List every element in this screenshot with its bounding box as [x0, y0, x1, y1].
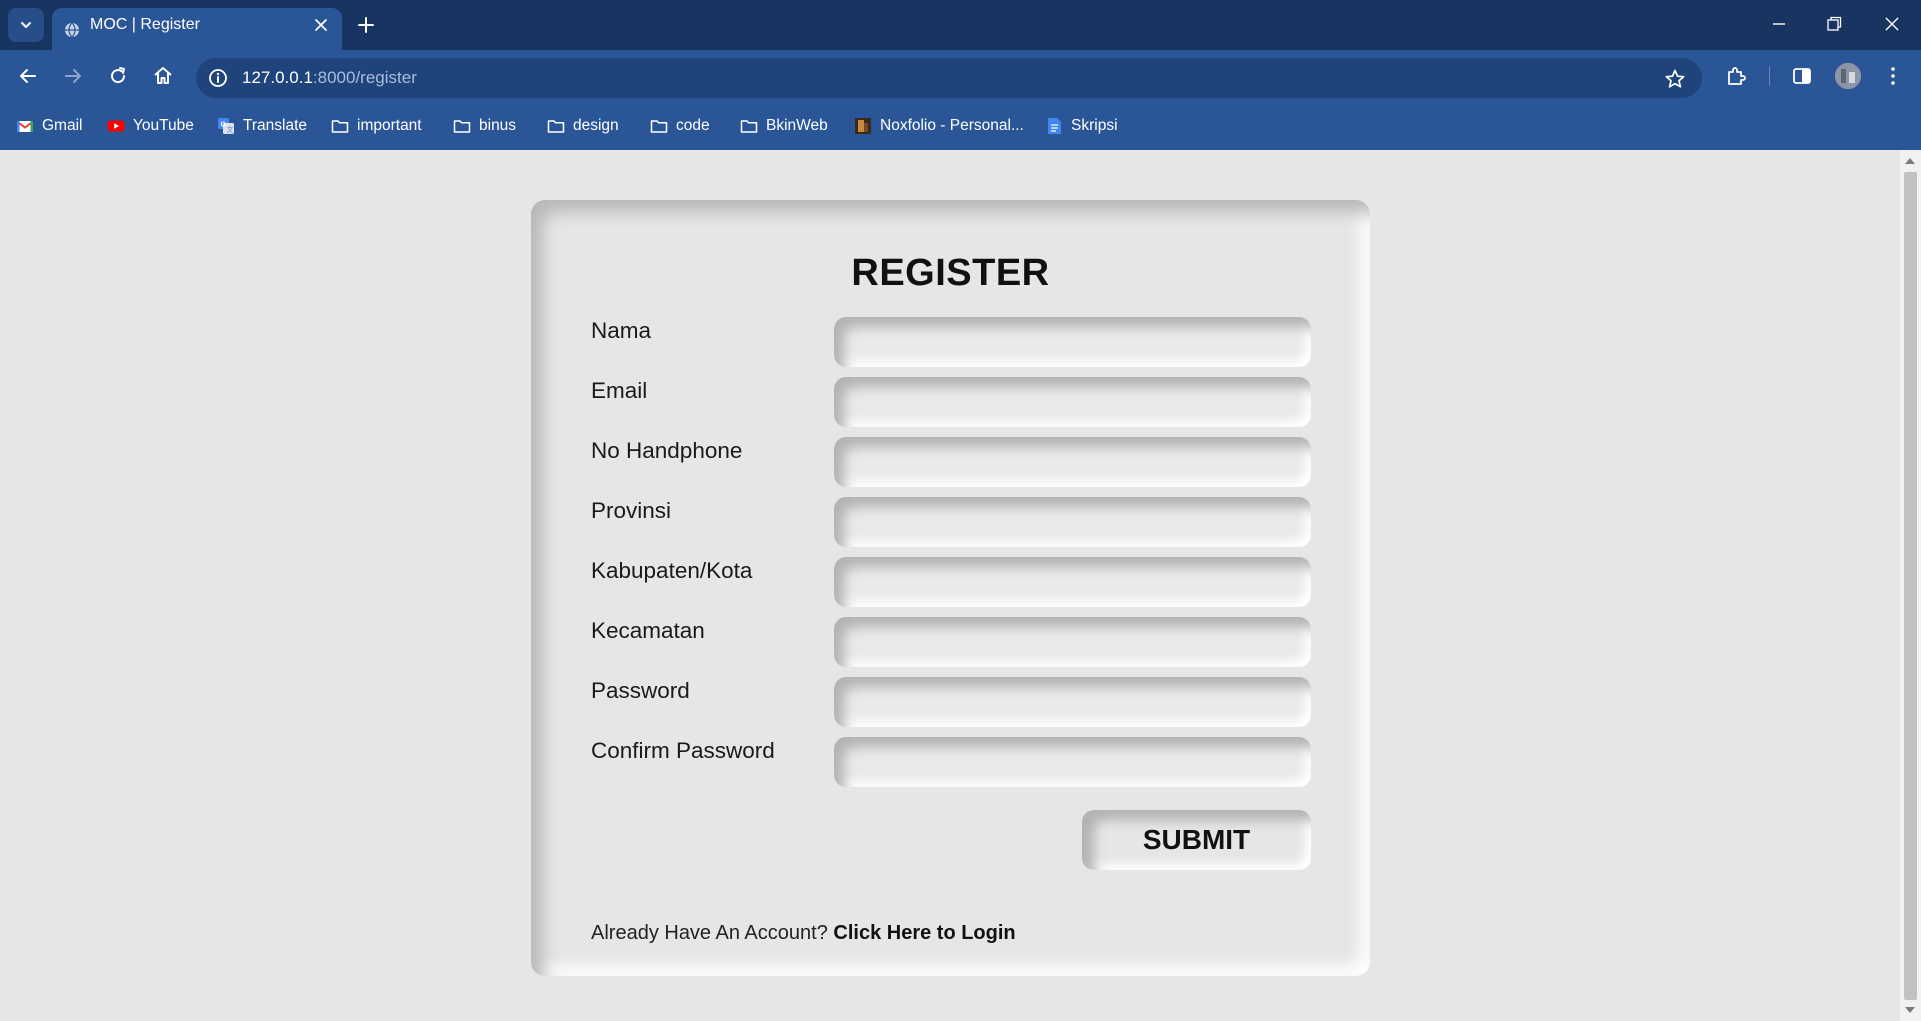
login-prompt-text: Already Have An Account?	[591, 922, 828, 944]
bookmark-label: Skripsi	[1071, 117, 1118, 134]
window-close-icon[interactable]	[1882, 14, 1902, 34]
bookmark-folder-bkinweb[interactable]: BkinWeb	[740, 102, 828, 150]
chevron-down-icon	[21, 22, 31, 28]
bookmark-label: Translate	[243, 117, 308, 134]
provinsi-label: Provinsi	[591, 498, 672, 523]
kecamatan-label: Kecamatan	[591, 618, 705, 643]
nama-label: Nama	[591, 318, 652, 343]
bookmark-folder-binus[interactable]: binus	[453, 102, 516, 150]
no-handphone-input[interactable]	[834, 437, 1311, 487]
url-host: 127.0.0.1	[242, 68, 313, 87]
password-label: Password	[591, 678, 690, 703]
nama-input[interactable]	[834, 317, 1311, 367]
bookmark-gmail[interactable]: Gmail	[16, 102, 82, 150]
extensions-icon[interactable]	[1724, 64, 1748, 88]
scroll-thumb[interactable]	[1904, 172, 1917, 1000]
kabupaten-kota-input[interactable]	[834, 557, 1311, 607]
home-icon[interactable]	[151, 64, 175, 88]
profile-avatar[interactable]	[1835, 63, 1861, 89]
register-card: REGISTER Nama Email No Handphone Provins…	[531, 200, 1370, 976]
confirm-password-label: Confirm Password	[591, 738, 775, 763]
tab-title: MOC | Register	[90, 16, 200, 33]
submit-button[interactable]: SUBMIT	[1082, 810, 1311, 870]
register-title: REGISTER	[851, 252, 1050, 294]
gmail-icon	[16, 121, 34, 132]
no-handphone-label: No Handphone	[591, 438, 743, 463]
bookmark-folder-important[interactable]: important	[331, 102, 422, 150]
email-input[interactable]	[834, 377, 1311, 427]
side-panel-icon[interactable]	[1790, 64, 1814, 88]
forward-arrow-icon[interactable]	[61, 64, 85, 88]
bookmarks-bar: Gmail YouTube G文 Translate important bin…	[0, 102, 1921, 150]
url-text: 127.0.0.1:8000/register	[242, 58, 417, 98]
address-bar[interactable]: 127.0.0.1:8000/register	[196, 58, 1702, 98]
bookmark-label: Gmail	[42, 117, 83, 134]
bookmark-noxfolio[interactable]: Noxfolio - Personal...	[854, 102, 1024, 150]
translate-icon: G文	[218, 118, 234, 134]
back-arrow-icon[interactable]	[16, 64, 40, 88]
kecamatan-input[interactable]	[834, 617, 1311, 667]
tab-active[interactable]: MOC | Register	[52, 8, 342, 50]
scroll-up-arrow-icon[interactable]	[1905, 158, 1915, 164]
bookmark-label: Noxfolio - Personal...	[880, 117, 1024, 134]
folder-icon	[453, 120, 471, 133]
folder-icon	[547, 120, 565, 133]
toolbar-separator	[1769, 66, 1770, 86]
docs-icon	[1048, 118, 1061, 134]
folder-icon	[331, 120, 349, 133]
site-info-icon[interactable]	[204, 64, 232, 92]
site-favicon	[855, 118, 871, 134]
browser-toolbar: 127.0.0.1:8000/register	[0, 50, 1921, 102]
reload-icon[interactable]	[106, 64, 130, 88]
confirm-password-input[interactable]	[834, 737, 1311, 787]
close-icon[interactable]	[314, 18, 328, 32]
menu-kebab-icon[interactable]	[1881, 64, 1905, 88]
provinsi-input[interactable]	[834, 497, 1311, 547]
avatar-image	[1835, 63, 1861, 89]
page-scrollbar[interactable]	[1900, 150, 1921, 1021]
email-label: Email	[591, 378, 648, 403]
bookmark-label: important	[357, 117, 422, 134]
minimize-icon[interactable]	[1769, 14, 1789, 34]
bookmark-star-icon[interactable]	[1664, 68, 1686, 90]
bookmark-translate[interactable]: G文 Translate	[217, 102, 307, 150]
new-tab-icon[interactable]	[354, 13, 378, 37]
bookmark-label: YouTube	[133, 117, 194, 134]
bookmark-youtube[interactable]: YouTube	[107, 102, 194, 150]
kabupaten-kota-label: Kabupaten/Kota	[591, 558, 753, 583]
folder-icon	[740, 120, 758, 133]
svg-text:文: 文	[227, 125, 234, 134]
youtube-icon	[107, 120, 125, 132]
bookmark-label: code	[676, 117, 710, 134]
scroll-down-arrow-icon[interactable]	[1905, 1007, 1915, 1013]
bookmark-label: binus	[479, 117, 517, 134]
bookmark-folder-code[interactable]: code	[650, 102, 710, 150]
url-path: :8000/register	[312, 68, 417, 87]
bookmark-label: BkinWeb	[766, 117, 828, 134]
bookmark-label: design	[573, 117, 619, 134]
bookmark-folder-design[interactable]: design	[547, 102, 619, 150]
tab-search-button[interactable]	[8, 8, 44, 42]
tab-strip: MOC | Register	[0, 0, 1921, 50]
login-link[interactable]: Click Here to Login	[833, 922, 1015, 944]
login-prompt: Already Have An Account? Click Here to L…	[591, 922, 1016, 945]
folder-icon	[650, 120, 668, 133]
bookmark-skripsi[interactable]: Skripsi	[1045, 102, 1118, 150]
restore-icon[interactable]	[1824, 14, 1844, 34]
password-input[interactable]	[834, 677, 1311, 727]
globe-icon	[65, 22, 79, 38]
